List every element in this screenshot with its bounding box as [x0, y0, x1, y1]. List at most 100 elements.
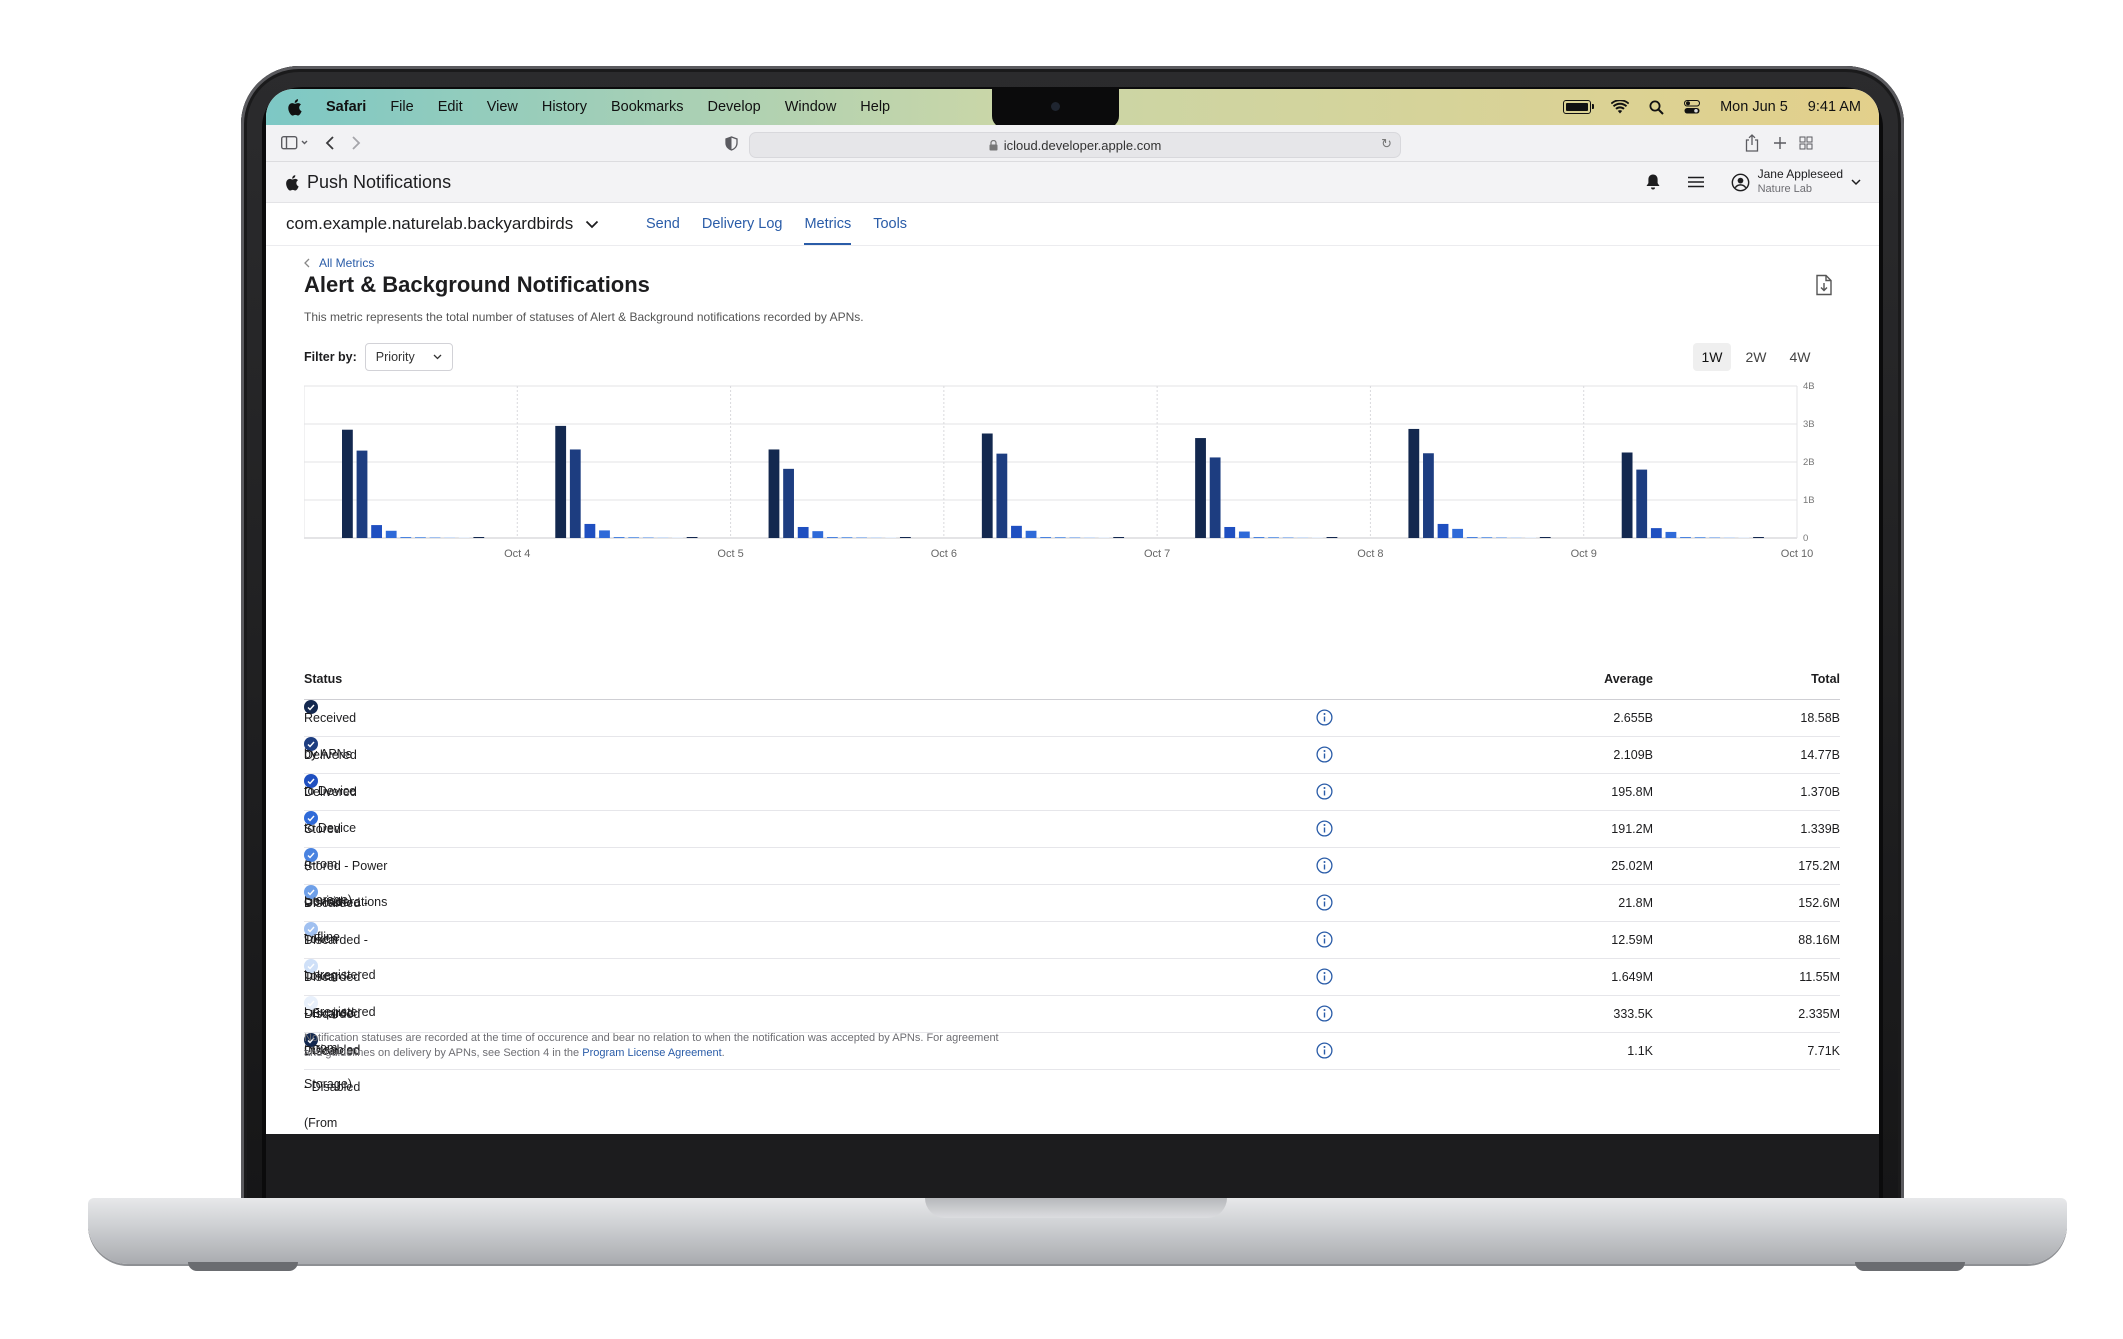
table-row: Discarded - Token Unregistered 21.8M 152.6…: [304, 885, 1840, 982]
total-cell: 1.339B: [1800, 822, 1840, 836]
filter-select[interactable]: Priority: [364, 343, 453, 371]
team-name: Nature Lab: [1757, 183, 1813, 195]
x-tick-label: Oct 10: [1781, 548, 1813, 560]
total-column-header[interactable]: Total: [1811, 659, 1840, 699]
info-icon[interactable]: [1316, 1042, 1333, 1059]
forward-icon[interactable]: [346, 133, 366, 153]
info-icon[interactable]: [1316, 857, 1333, 874]
menubar-date[interactable]: Mon Jun 5: [1720, 99, 1788, 115]
y-tick-label: 2B: [1803, 457, 1815, 468]
total-cell: 152.6M: [1798, 896, 1840, 910]
tab-metrics[interactable]: Metrics: [804, 203, 851, 245]
program-license-agreement-link[interactable]: Program License Agreement: [582, 1047, 721, 1059]
privacy-shield-icon[interactable]: [721, 133, 741, 153]
menu-develop[interactable]: Develop: [708, 99, 761, 115]
chart-bar: [1481, 537, 1493, 538]
camera-notch: [992, 89, 1119, 128]
table-row: Stored - Power Considerations 25.02M 175.2…: [304, 848, 1840, 909]
range-2w-button[interactable]: 2W: [1737, 343, 1775, 371]
chart-bar: [473, 537, 485, 538]
account-menu[interactable]: Jane Appleseed Nature Lab: [1731, 167, 1861, 197]
table-row: Received by APNs 2.655B 18.58B: [304, 700, 1840, 761]
battery-icon[interactable]: [1563, 100, 1595, 114]
menu-file[interactable]: File: [390, 99, 413, 115]
menu-window[interactable]: Window: [785, 99, 837, 115]
average-cell: 12.59M: [1611, 933, 1653, 947]
chart-bar: [1040, 537, 1052, 538]
chart-bar: [1408, 428, 1420, 538]
average-cell: 1.1K: [1627, 1044, 1653, 1058]
chart-bar: [783, 468, 794, 538]
y-tick-label: 3B: [1803, 419, 1815, 430]
average-cell: 2.109B: [1613, 748, 1653, 762]
chart-bar: [1326, 537, 1338, 538]
info-icon[interactable]: [1316, 894, 1333, 911]
tab-bar: Send Delivery Log Metrics Tools: [646, 203, 907, 245]
average-column-header[interactable]: Average: [1604, 659, 1653, 699]
tab-overview-icon[interactable]: [1796, 133, 1816, 153]
address-bar[interactable]: icloud.developer.apple.com ↻: [749, 132, 1401, 158]
bundle-selector[interactable]: com.example.naturelab.backyardbirds: [286, 203, 599, 245]
reload-icon[interactable]: ↻: [1381, 136, 1392, 152]
info-icon[interactable]: [1316, 783, 1333, 800]
range-1w-button[interactable]: 1W: [1693, 343, 1731, 371]
control-center-icon[interactable]: [1684, 100, 1701, 114]
info-icon[interactable]: [1316, 931, 1333, 948]
tab-send[interactable]: Send: [646, 203, 680, 245]
chart-bar: [415, 537, 426, 538]
share-icon[interactable]: [1742, 133, 1762, 153]
menu-icon[interactable]: [1687, 176, 1705, 188]
chart-bar: [1665, 531, 1677, 538]
menu-help[interactable]: Help: [860, 99, 890, 115]
all-metrics-link[interactable]: All Metrics: [304, 256, 374, 270]
footnote: Notification statuses are recorded at th…: [304, 1031, 1004, 1061]
chart-bar: [642, 537, 654, 538]
total-cell: 7.71K: [1807, 1044, 1840, 1058]
app-title: Push Notifications: [307, 171, 452, 192]
menu-history[interactable]: History: [542, 99, 587, 115]
wifi-icon[interactable]: [1611, 100, 1630, 114]
app-menu[interactable]: Safari: [326, 99, 366, 115]
info-icon[interactable]: [1316, 709, 1333, 726]
back-icon[interactable]: [320, 133, 340, 153]
info-icon[interactable]: [1316, 746, 1333, 763]
spotlight-search-icon[interactable]: [1649, 100, 1664, 115]
chart-bar: [1084, 537, 1095, 538]
bundle-id: com.example.naturelab.backyardbirds: [286, 214, 574, 233]
menu-bookmarks[interactable]: Bookmarks: [611, 99, 684, 115]
range-4w-button[interactable]: 4W: [1781, 343, 1819, 371]
export-button[interactable]: [1814, 274, 1838, 298]
total-cell: 88.16M: [1798, 933, 1840, 947]
total-cell: 175.2M: [1798, 859, 1840, 873]
info-icon[interactable]: [1316, 968, 1333, 985]
menu-view[interactable]: View: [487, 99, 518, 115]
status-column-header[interactable]: Status: [304, 659, 342, 699]
new-tab-icon[interactable]: [1770, 133, 1790, 153]
tab-delivery-log[interactable]: Delivery Log: [702, 203, 783, 245]
info-icon[interactable]: [1316, 820, 1333, 837]
tab-tools[interactable]: Tools: [873, 203, 907, 245]
chart-bar: [1011, 525, 1022, 538]
chart-bar: [1069, 537, 1081, 538]
info-icon[interactable]: [1316, 1005, 1333, 1022]
average-cell: 21.8M: [1618, 896, 1653, 910]
menu-edit[interactable]: Edit: [438, 99, 463, 115]
chart-bar: [1437, 523, 1449, 538]
laptop-foot: [1855, 1262, 1965, 1271]
chart-bar: [1224, 526, 1236, 538]
chart-bar: [1297, 537, 1309, 538]
chart-bar: [1636, 469, 1648, 538]
average-cell: 1.649M: [1611, 970, 1653, 984]
apple-menu-icon[interactable]: [286, 98, 302, 116]
user-avatar-icon: [1731, 173, 1749, 191]
time-range-selector: 1W 2W 4W: [1693, 343, 1819, 371]
chart-bar: [584, 523, 596, 538]
chart-bar: [1098, 537, 1110, 538]
menu-bar: Safari File Edit View History Bookmarks …: [266, 89, 1879, 128]
average-cell: 25.02M: [1611, 859, 1653, 873]
sidebar-toggle-icon[interactable]: [280, 133, 310, 153]
chart-bar: [885, 537, 897, 538]
chart-bar: [1709, 537, 1721, 538]
menubar-time[interactable]: 9:41 AM: [1808, 99, 1861, 115]
notifications-bell-icon[interactable]: [1645, 173, 1661, 191]
